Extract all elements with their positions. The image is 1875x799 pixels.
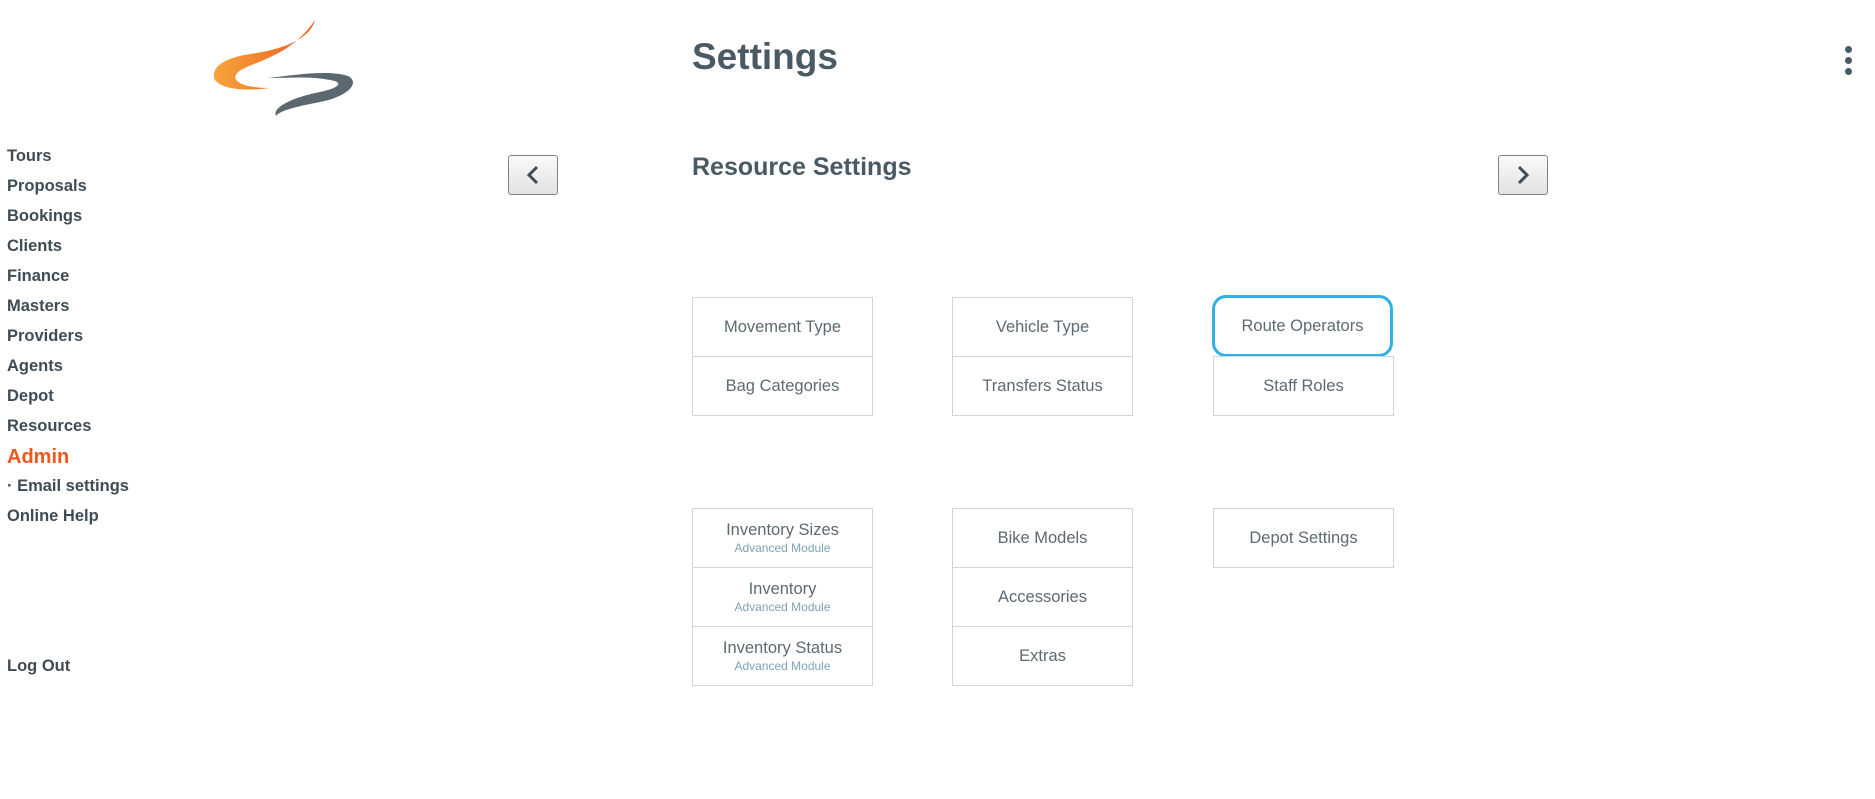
tile-bag-categories[interactable]: Bag Categories: [692, 356, 873, 416]
tile-label: Inventory: [748, 580, 817, 598]
tile-depot-settings[interactable]: Depot Settings: [1213, 508, 1394, 568]
logout-link[interactable]: Log Out: [7, 657, 70, 676]
advanced-module-badge: Advanced Module: [734, 659, 831, 673]
sidebar-item-depot[interactable]: Depot: [7, 386, 129, 416]
sidebar-nav: Tours Proposals Bookings Clients Finance…: [7, 146, 129, 536]
tile-label: Staff Roles: [1263, 376, 1344, 395]
tile-label: Bag Categories: [725, 376, 840, 395]
sidebar-item-resources[interactable]: Resources: [7, 416, 129, 446]
sidebar-item-masters[interactable]: Masters: [7, 296, 129, 326]
tile-label: Route Operators: [1241, 316, 1364, 335]
sidebar-item-proposals[interactable]: Proposals: [7, 176, 129, 206]
advanced-module-badge: Advanced Module: [734, 600, 831, 614]
tile-label: Inventory Sizes: [726, 521, 839, 539]
sidebar-item-admin[interactable]: Admin: [7, 446, 129, 476]
prev-button[interactable]: [508, 155, 558, 195]
tile-label: Bike Models: [997, 528, 1088, 547]
tile-label: Depot Settings: [1249, 528, 1358, 547]
more-vertical-icon[interactable]: [1840, 46, 1856, 82]
chevron-right-icon: [1517, 165, 1530, 185]
tile-label: Vehicle Type: [995, 317, 1090, 336]
tile-bike-models[interactable]: Bike Models: [952, 508, 1133, 568]
tile-label: Accessories: [998, 587, 1087, 606]
sidebar-item-providers[interactable]: Providers: [7, 326, 129, 356]
tile-label: Movement Type: [723, 317, 842, 336]
tile-route-operators[interactable]: Route Operators: [1212, 295, 1393, 357]
advanced-module-badge: Advanced Module: [734, 541, 831, 555]
sidebar-item-bookings[interactable]: Bookings: [7, 206, 129, 236]
tile-movement-type[interactable]: Movement Type: [692, 297, 873, 357]
tile-extras[interactable]: Extras: [952, 626, 1133, 686]
next-button[interactable]: [1498, 155, 1548, 195]
chevron-left-icon: [526, 165, 539, 185]
section-title: Resource Settings: [692, 153, 912, 181]
sidebar-item-online-help[interactable]: Online Help: [7, 506, 129, 536]
tile-staff-roles[interactable]: Staff Roles: [1213, 356, 1394, 416]
tile-inventory-sizes[interactable]: Inventory Sizes Advanced Module: [692, 508, 873, 568]
tile-label: Inventory Status: [722, 639, 843, 657]
sidebar-item-finance[interactable]: Finance: [7, 266, 129, 296]
sidebar-item-agents[interactable]: Agents: [7, 356, 129, 386]
tile-label: Transfers Status: [982, 376, 1103, 395]
tile-vehicle-type[interactable]: Vehicle Type: [952, 297, 1133, 357]
tile-transfers-status[interactable]: Transfers Status: [952, 356, 1133, 416]
tile-accessories[interactable]: Accessories: [952, 567, 1133, 627]
tile-label: Extras: [1019, 646, 1066, 665]
sidebar-item-tours[interactable]: Tours: [7, 146, 129, 176]
sidebar-item-email-settings[interactable]: · Email settings: [7, 476, 129, 506]
tile-inventory-status[interactable]: Inventory Status Advanced Module: [692, 626, 873, 686]
page-title: Settings: [692, 36, 838, 77]
tile-inventory[interactable]: Inventory Advanced Module: [692, 567, 873, 627]
brand-logo-icon: [213, 20, 353, 116]
sidebar-item-clients[interactable]: Clients: [7, 236, 129, 266]
